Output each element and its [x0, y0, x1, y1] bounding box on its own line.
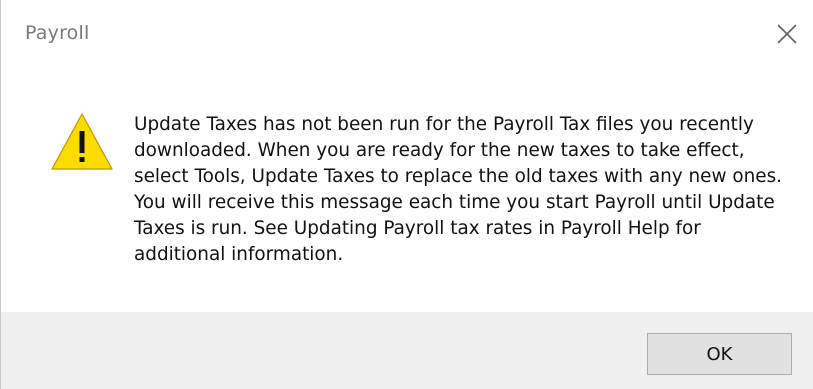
message-text: Update Taxes has not been run for the Pa…: [134, 114, 783, 265]
window-title: Payroll: [25, 22, 90, 44]
title-bar: Payroll: [1, 0, 813, 68]
close-icon: [777, 24, 797, 44]
ok-button[interactable]: OK: [647, 333, 792, 375]
close-button[interactable]: [765, 12, 809, 56]
warning-icon: [51, 113, 113, 170]
dialog-content: Update Taxes has not been run for the Pa…: [1, 68, 813, 312]
message-dialog: Payroll Update Taxes has not been run fo…: [0, 0, 813, 389]
button-bar: OK: [1, 312, 813, 389]
